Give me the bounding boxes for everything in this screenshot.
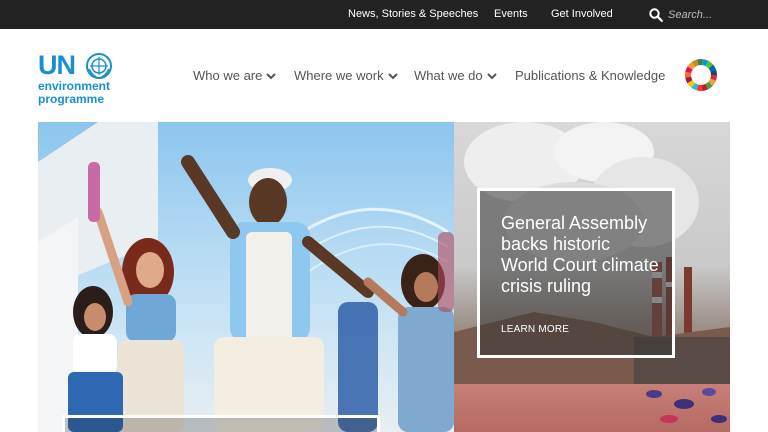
news-stories-speeches-link[interactable]: News, Stories & Speeches (348, 8, 478, 20)
chevron-down-icon (266, 72, 277, 79)
feature-story-title[interactable]: General Assembly backs historic World Co… (501, 213, 661, 297)
search-icon[interactable] (649, 8, 663, 22)
learn-more-link[interactable]: LEARN MORE (501, 324, 569, 335)
nav-who-we-are[interactable]: Who we are (193, 68, 277, 83)
dancers-illustration (38, 122, 454, 432)
nav-who-we-are-label: Who we are (193, 68, 263, 83)
events-link[interactable]: Events (494, 8, 528, 20)
chevron-down-icon (387, 72, 398, 79)
nav-what-we-do[interactable]: What we do (414, 68, 497, 83)
nav-publications-knowledge-label: Publications & Knowledge (515, 68, 666, 83)
nav-publications-knowledge[interactable]: Publications & Knowledge (515, 68, 665, 83)
chevron-down-icon (486, 72, 497, 79)
search-input[interactable]: Search... (668, 9, 712, 21)
hero-main-image[interactable] (38, 122, 454, 432)
flowers-illustration (646, 388, 727, 423)
nav-what-we-do-label: What we do (414, 68, 483, 83)
top-utility-bar: News, Stories & Speeches Events Get Invo… (0, 0, 768, 29)
hero-caption-card[interactable] (62, 415, 380, 432)
feature-story-card[interactable]: General Assembly backs historic World Co… (477, 188, 675, 358)
nav-where-we-work-label: Where we work (294, 68, 384, 83)
secondary-story-image[interactable] (454, 384, 730, 432)
get-involved-link[interactable]: Get Involved (551, 8, 613, 20)
logo-text-programme: programme (38, 92, 105, 106)
sdg-wheel-icon[interactable] (684, 58, 718, 92)
nav-where-we-work[interactable]: Where we work (294, 68, 398, 83)
un-emblem-icon (86, 53, 112, 79)
logo-un-mark: UN (38, 50, 76, 80)
